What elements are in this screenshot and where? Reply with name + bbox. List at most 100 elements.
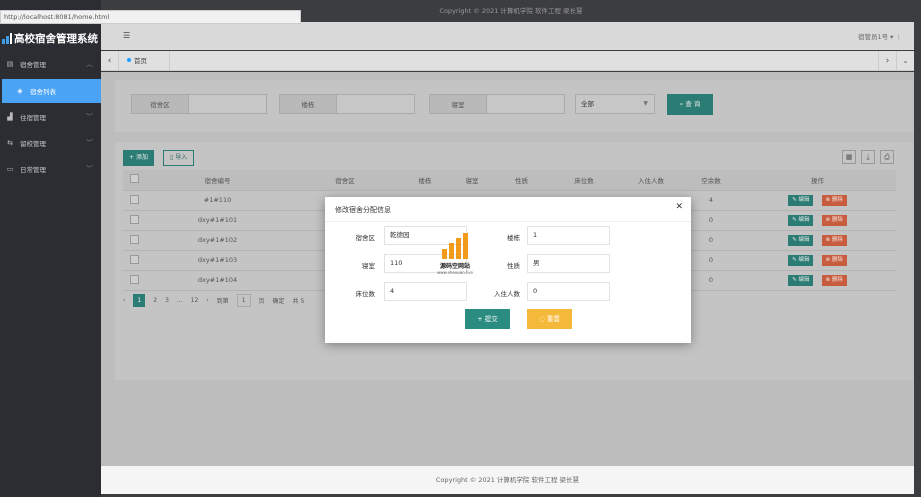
select-all-checkbox[interactable] [129,174,139,184]
row-checkbox[interactable] [129,194,139,204]
tab-divider [169,51,170,71]
edit-button[interactable]: ✎ 编辑 [788,274,814,286]
goto-confirm-button[interactable]: 确定 [273,296,285,305]
page-next-icon[interactable]: › [206,297,208,304]
tab-home[interactable]: 首页 [127,55,147,65]
page-last[interactable]: 12 [191,297,199,304]
print-icon[interactable]: ⎙ [880,150,894,164]
area-label: 宿舍区 [355,234,376,242]
edit-button[interactable]: ✎ 编辑 [788,254,814,266]
area-search-input[interactable] [189,94,267,114]
row-checkbox[interactable] [129,234,139,244]
cell-free: 0 [683,250,739,271]
export-icon[interactable]: ⤓ [861,150,875,164]
chevron-down-icon: ﹀ [86,113,93,121]
edit-label: 编辑 [798,276,810,283]
occupied-input[interactable]: 0 [527,282,610,301]
delete-button[interactable]: ⊗ 删除 [821,194,847,206]
sidebar-item-dorm-manage[interactable]: ▤ 宿舍管理 ︿ [0,52,101,76]
user-menu[interactable]: 宿管员1号 ▾ ⋮ [858,31,902,41]
col-header: 宿舍区 [290,170,400,191]
row-checkbox[interactable] [129,274,139,284]
sidebar: 高校宿舍管理系统 ▤ 宿舍管理 ︿ ◈ 宿舍列表 ▟ 住宿管理 ﹀ ⇆ 留校管理… [0,0,101,497]
row-checkbox[interactable] [129,214,139,224]
sidebar-item-label: 宿舍管理 [20,61,46,69]
tab-prev-icon[interactable]: ‹ [101,51,119,71]
reset-label: 重置 [546,315,560,323]
edit-button[interactable]: ✎ 编辑 [788,194,814,206]
reset-button[interactable]: ◌ 重置 [527,309,572,329]
delete-button[interactable]: ⊗ 删除 [821,254,847,266]
dialog-divider [325,221,691,222]
topbar: ☰ 宿管员1号 ▾ ⋮ [101,22,914,50]
sidebar-item-dorm-list[interactable]: ◈ 宿舍列表 [2,79,101,103]
type-label: 性质 [507,262,520,270]
sidebar-item-school-stay[interactable]: ⇆ 留校管理 ﹀ [0,131,101,155]
sidebar-item-label: 日常管理 [20,166,46,174]
edit-label: 编辑 [798,196,810,203]
building-input[interactable]: 1 [527,226,610,245]
search-button[interactable]: ⌕ 查 询 [667,94,713,115]
delete-label: 删除 [831,196,843,203]
menu-fold-icon[interactable]: ☰ [123,31,130,40]
area-search: 宿舍区 [131,94,267,114]
cell-free: 0 [683,230,739,251]
row-checkbox[interactable] [129,254,139,264]
chevron-down-icon: ﹀ [86,165,93,173]
add-button[interactable]: + 添加 [123,150,154,166]
cell-id: dxy#1#103 [145,250,290,271]
edit-dorm-dialog: 修改宿舍分配信息 ✕ 宿舍区 乾德园 楼栋 1 寝室 110 性质 男 床位数 … [325,197,691,343]
edit-label: 编辑 [798,236,810,243]
watermark-url: www.shexuan.live [437,270,473,275]
delete-label: 删除 [831,236,843,243]
page-2[interactable]: 2 [153,297,157,304]
close-icon[interactable]: ✕ [675,202,683,212]
edit-label: 编辑 [798,256,810,263]
edit-button[interactable]: ✎ 编辑 [788,214,814,226]
page-current[interactable]: 1 [133,293,146,307]
col-header: 寝室 [450,170,494,191]
sidebar-item-stay-manage[interactable]: ▟ 住宿管理 ﹀ [0,105,101,129]
building-icon: ▤ [6,60,14,68]
col-header: 操作 [739,170,896,191]
building-search-input[interactable] [337,94,415,114]
type-select[interactable]: 全部 ▼ [575,94,655,114]
table-header: 宿舍编号 宿舍区 楼栋 寝室 性质 床位数 入住人数 空余数 操作 [123,170,896,191]
goto-input[interactable]: 1 [236,293,251,307]
more-icon: ⋮ [895,33,903,41]
import-button[interactable]: ▯ 导入 [163,150,195,166]
type-select-value: 全部 [581,100,594,108]
room-search-input[interactable] [487,94,565,114]
delete-button[interactable]: ⊗ 删除 [821,274,847,286]
delete-button[interactable]: ⊗ 删除 [821,214,847,226]
page-3[interactable]: 3 [165,297,169,304]
watermark-logo [440,233,470,259]
tab-next-icon[interactable]: › [878,51,896,71]
tab-bar: ‹ 首页 › ⌄ [101,51,914,71]
chart-icon: ▟ [7,113,13,121]
cell-id: dxy#1#101 [145,210,290,231]
goto-label: 到第 [216,297,229,305]
chevron-up-icon: ︿ [86,60,93,68]
search-panel: 宿舍区 楼栋 寝室 [115,80,913,132]
delete-label: 删除 [831,216,843,223]
columns-icon[interactable]: ▦ [842,150,856,164]
beds-input[interactable]: 4 [384,282,467,301]
reset-icon: ◌ [539,315,547,323]
url-tooltip: http://localhost:8081/home.html [0,10,301,24]
type-input[interactable]: 男 [527,254,610,273]
pagination: ‹ 1 2 3 ... 12 › 到第 1 页 确定 共 5 [123,293,312,307]
submit-button[interactable]: + 提交 [465,309,510,329]
total-count: 共 5 [292,297,305,305]
page-prev-icon[interactable]: ‹ [123,297,125,304]
edit-label: 编辑 [798,216,810,223]
edit-button[interactable]: ✎ 编辑 [788,234,814,246]
sidebar-item-daily-manage[interactable]: ▭ 日常管理 ﹀ [0,157,101,181]
cell-free: 4 [683,190,739,211]
delete-button[interactable]: ⊗ 删除 [821,234,847,246]
list-icon: ◈ [17,87,23,95]
plus-icon: + [129,154,136,161]
tab-menu-icon[interactable]: ⌄ [896,51,914,71]
col-header: 床位数 [549,170,619,191]
col-header: 楼栋 [400,170,450,191]
